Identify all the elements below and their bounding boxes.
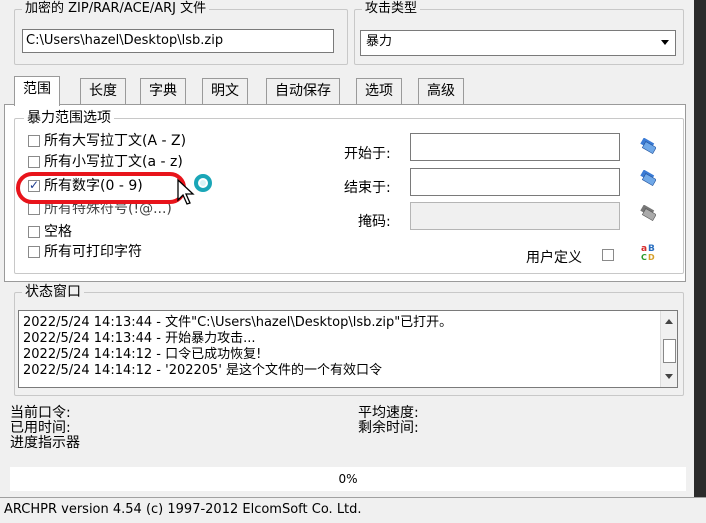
status-bar: ARCHPR version 4.54 (c) 1997-2012 ElcomS… (0, 497, 706, 523)
log-line: 2022/5/24 14:14:12 - '202205' 是这个文件的一个有效… (23, 363, 383, 378)
red-highlight-oval (16, 172, 186, 204)
progress-bar: 0% (10, 467, 686, 491)
attack-type-legend: 攻击类型 (362, 1, 421, 17)
log-line: 2022/5/24 14:13:44 - 开始暴力攻击... (23, 331, 256, 346)
end-field[interactable] (410, 168, 620, 196)
lowercase-checkbox[interactable] (28, 156, 40, 168)
log-line: 2022/5/24 14:14:12 - 口令已成功恢复! (23, 347, 262, 362)
attack-type-select[interactable]: 暴力 (360, 30, 676, 56)
end-label: 结束于: (344, 180, 391, 196)
tab-options[interactable]: 选项 (356, 78, 402, 104)
file-path-field[interactable]: C:\Users\hazel\Desktop\lsb.zip (22, 29, 334, 53)
charset-picker-icon[interactable] (640, 170, 656, 186)
window-right-border (694, 0, 706, 522)
remaining-label: 剩余时间: (358, 420, 419, 436)
log-scrollbar[interactable] (660, 311, 677, 387)
abcd-charset-icon[interactable]: a B C D (640, 242, 658, 262)
progress-text: 0% (338, 472, 358, 486)
elapsed-label: 已用时间: (10, 420, 71, 436)
space-checkbox[interactable] (28, 226, 40, 238)
encrypted-file-legend: 加密的 ZIP/RAR/ACE/ARJ 文件 (22, 1, 210, 17)
scroll-up-icon[interactable] (665, 319, 673, 324)
charset-picker-icon[interactable] (640, 205, 656, 221)
range-options-legend: 暴力范围选项 (24, 110, 114, 126)
log-line: 2022/5/24 14:13:44 - 文件"C:\Users\hazel\D… (23, 315, 453, 330)
avg-speed-label: 平均速度: (358, 405, 419, 421)
status-log[interactable]: 2022/5/24 14:13:44 - 文件"C:\Users\hazel\D… (18, 310, 678, 388)
attack-type-value: 暴力 (366, 34, 393, 49)
uppercase-label: 所有大写拉丁文(A - Z) (44, 133, 187, 149)
progress-label: 进度指示器 (10, 435, 80, 451)
current-password-label: 当前口令: (10, 405, 71, 421)
printable-checkbox[interactable] (28, 246, 40, 258)
scroll-down-icon[interactable] (665, 374, 673, 379)
tab-advanced[interactable]: 高级 (418, 78, 464, 104)
space-label: 空格 (44, 224, 72, 240)
mask-label: 掩码: (358, 214, 391, 230)
uppercase-checkbox[interactable] (28, 135, 40, 147)
click-indicator-icon (194, 174, 212, 192)
printable-label: 所有可打印字符 (44, 244, 142, 260)
chevron-down-icon (661, 40, 669, 45)
special-chars-checkbox[interactable] (28, 203, 40, 215)
tab-dictionary[interactable]: 字典 (140, 78, 186, 104)
start-field[interactable] (410, 133, 620, 161)
tab-range[interactable]: 范围 (14, 76, 60, 106)
tab-autosave[interactable]: 自动保存 (266, 78, 340, 104)
svg-text:D: D (648, 253, 655, 262)
lowercase-label: 所有小写拉丁文(a - z) (44, 154, 183, 170)
user-defined-label: 用户定义 (526, 250, 582, 266)
charset-picker-icon[interactable] (640, 138, 656, 154)
status-bar-text: ARCHPR version 4.54 (c) 1997-2012 ElcomS… (4, 502, 362, 517)
start-label: 开始于: (344, 146, 391, 162)
mask-field[interactable] (410, 202, 620, 230)
user-defined-checkbox[interactable] (602, 249, 614, 261)
tab-length[interactable]: 长度 (80, 78, 126, 104)
status-window-legend: 状态窗口 (22, 284, 84, 300)
tab-plaintext[interactable]: 明文 (202, 78, 248, 104)
scrollbar-thumb[interactable] (663, 339, 676, 363)
svg-text:C: C (641, 253, 647, 262)
